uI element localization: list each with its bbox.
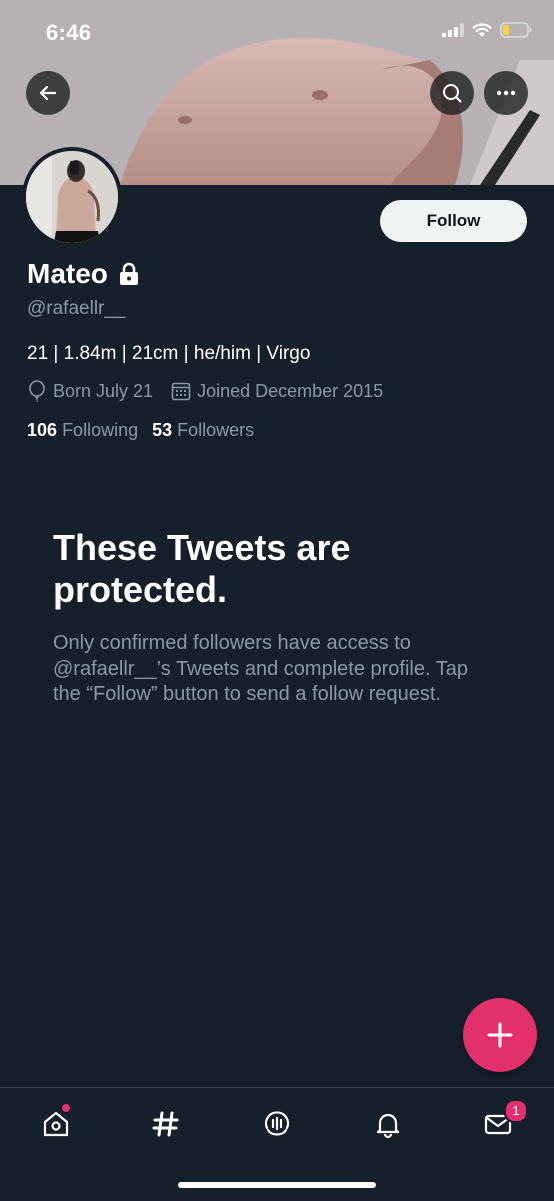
plus-icon bbox=[487, 1022, 513, 1048]
joined-text: Joined December 2015 bbox=[197, 380, 384, 401]
follow-counts: 106 Following 53 Followers bbox=[27, 420, 254, 441]
lock-icon bbox=[119, 262, 138, 285]
nav-home[interactable] bbox=[36, 1104, 76, 1144]
search-icon bbox=[443, 84, 462, 103]
messages-badge: 1 bbox=[504, 1099, 528, 1123]
status-bar: 6:46 bbox=[0, 0, 554, 66]
followers-label: Followers bbox=[177, 420, 255, 440]
balloon-icon bbox=[29, 380, 45, 402]
status-icons bbox=[442, 22, 532, 38]
avatar[interactable] bbox=[22, 147, 122, 247]
display-name: Mateo bbox=[27, 258, 140, 290]
bell-icon bbox=[376, 1113, 400, 1139]
following-link[interactable]: 106 Following bbox=[27, 420, 138, 441]
calendar-icon bbox=[171, 382, 191, 401]
nav-messages[interactable]: 1 bbox=[478, 1099, 528, 1144]
wifi-icon bbox=[472, 22, 492, 37]
cellular-signal-icon bbox=[442, 23, 464, 37]
battery-icon bbox=[500, 22, 532, 38]
profile-meta: Born July 21 Joined December 2015 bbox=[27, 380, 383, 402]
search-button[interactable] bbox=[430, 71, 474, 115]
back-button[interactable] bbox=[26, 71, 70, 115]
joined-item: Joined December 2015 bbox=[171, 381, 383, 402]
nav-spaces[interactable] bbox=[257, 1104, 297, 1144]
status-time: 6:46 bbox=[46, 20, 92, 45]
home-indicator[interactable] bbox=[178, 1182, 376, 1188]
profile-bio: 21 | 1.84m | 21cm | he/him | Virgo bbox=[27, 343, 311, 364]
birthday-item: Born July 21 bbox=[27, 380, 153, 402]
protected-body: Only confirmed followers have access to … bbox=[53, 632, 468, 705]
birthday-text: Born July 21 bbox=[53, 380, 154, 401]
arrow-left-icon bbox=[39, 85, 57, 101]
hashtag-icon bbox=[152, 1111, 179, 1137]
avatar-photo bbox=[26, 151, 118, 243]
followers-link[interactable]: 53 Followers bbox=[152, 420, 254, 441]
follow-button[interactable]: Follow bbox=[380, 200, 527, 242]
more-horizontal-icon bbox=[496, 90, 516, 96]
compose-tweet-button[interactable] bbox=[463, 998, 537, 1072]
home-notification-dot bbox=[62, 1104, 70, 1112]
spaces-icon bbox=[264, 1111, 290, 1136]
following-count: 106 bbox=[27, 420, 58, 440]
home-icon bbox=[43, 1111, 69, 1137]
protected-title: These Tweets are protected. bbox=[53, 527, 351, 610]
display-name-text: Mateo bbox=[27, 258, 108, 289]
more-button[interactable] bbox=[484, 71, 528, 115]
nav-notifications[interactable] bbox=[368, 1104, 408, 1144]
followers-count: 53 bbox=[152, 420, 173, 440]
profile-handle: @rafaellr__ bbox=[27, 298, 126, 319]
nav-explore[interactable] bbox=[146, 1104, 186, 1144]
following-label: Following bbox=[62, 420, 139, 440]
